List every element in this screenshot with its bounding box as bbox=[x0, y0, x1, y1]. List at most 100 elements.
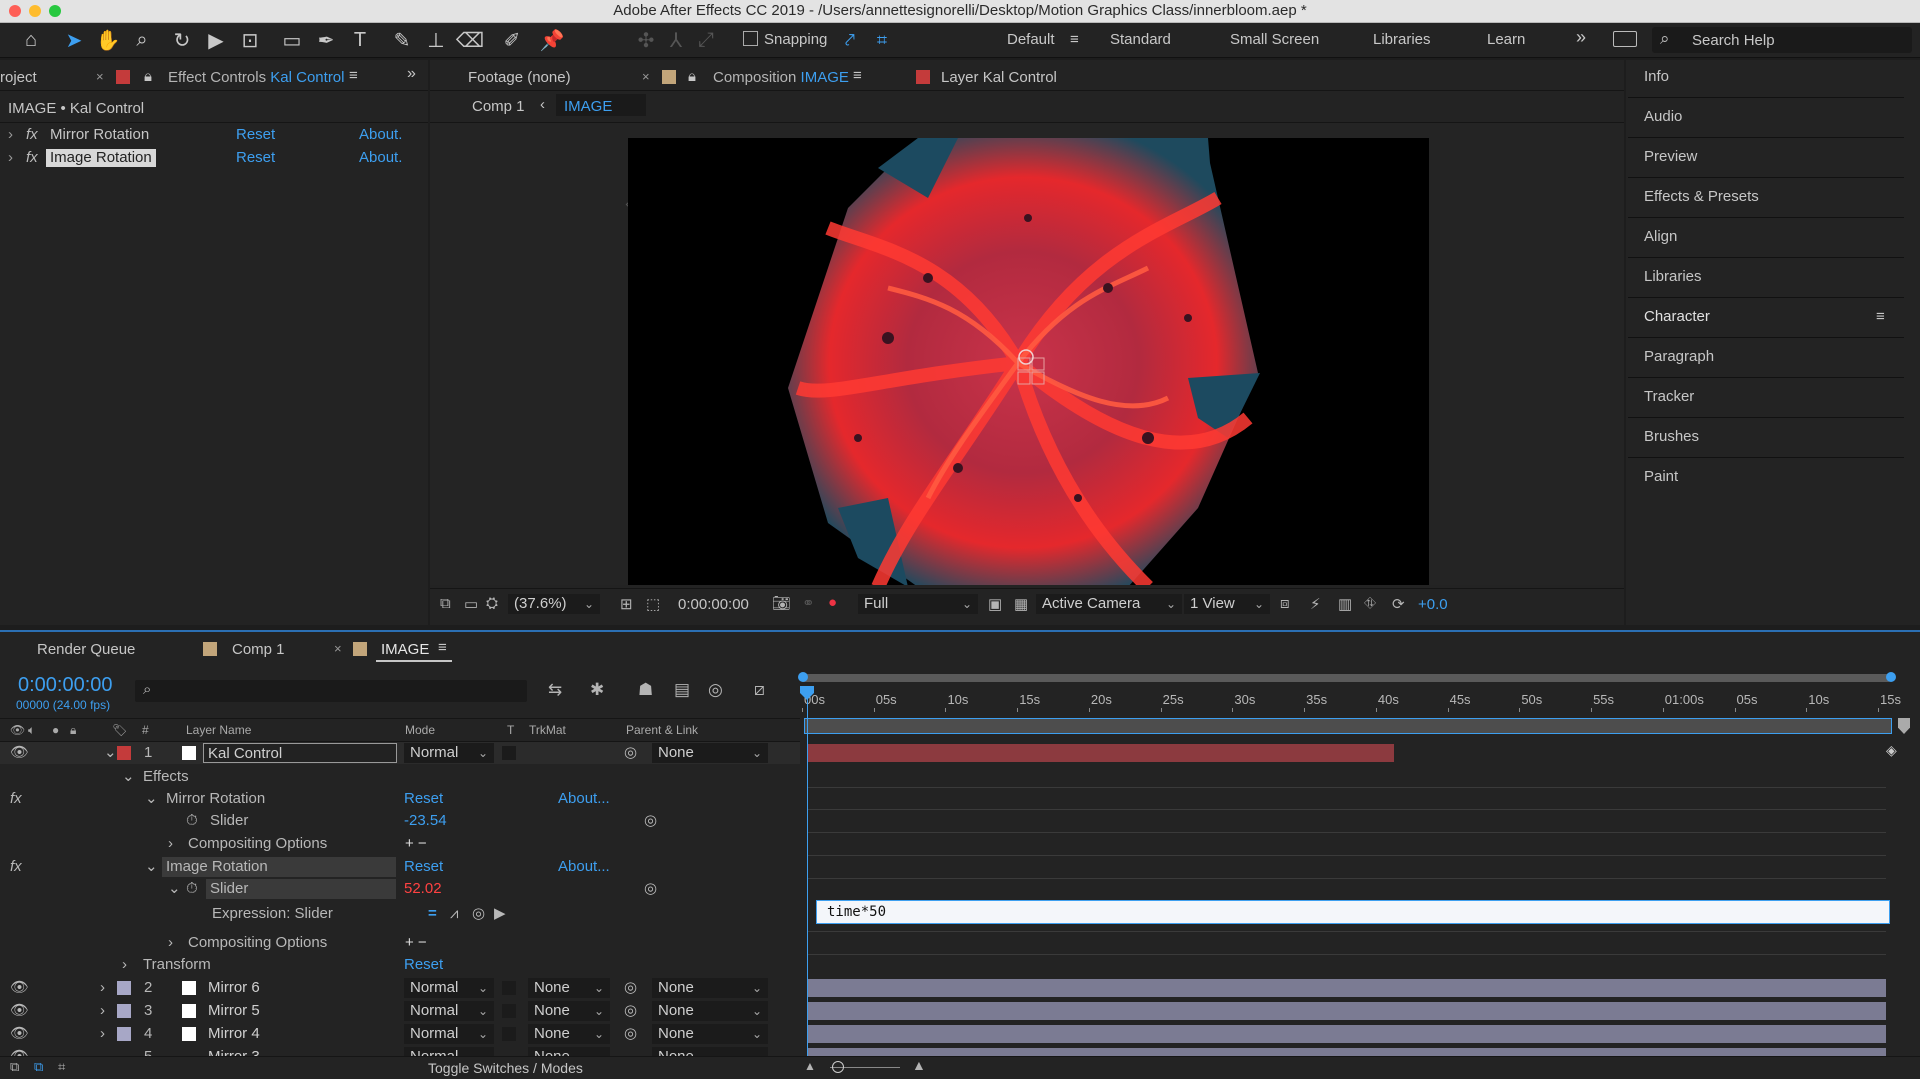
layer-duration-bar-mirror-4[interactable] bbox=[808, 1025, 1886, 1043]
magnification-dropdown[interactable]: (37.6%) ⌄ bbox=[508, 594, 600, 614]
layer-name[interactable]: Mirror 6 bbox=[208, 977, 260, 999]
layer-duration-bar-mirror-6[interactable] bbox=[808, 979, 1886, 997]
layer-row-mirror-6[interactable]: 👁︎ › 2 Mirror 6 Normal ⌄ None ⌄ ◎ None ⌄ bbox=[0, 977, 800, 999]
panel-menu-icon[interactable]: ≡ bbox=[1876, 308, 1885, 325]
region-of-interest-icon[interactable]: ⊞ bbox=[620, 595, 633, 613]
camera-dropdown[interactable]: Active Camera ⌄ bbox=[1036, 594, 1182, 614]
chevron-right-icon[interactable]: › bbox=[8, 147, 13, 169]
video-eye-icon[interactable]: 👁︎ bbox=[10, 719, 25, 741]
draft-3d-icon[interactable]: ✱ bbox=[590, 680, 604, 700]
channel-icon[interactable]: ● bbox=[828, 594, 837, 611]
effect-row-image-rotation[interactable]: fx ⌄ Image Rotation Reset About... bbox=[0, 856, 800, 878]
shy-layers-icon[interactable]: ☗ bbox=[638, 680, 653, 700]
eye-icon[interactable]: 👁︎ bbox=[10, 742, 29, 764]
layer-name-field[interactable]: Kal Control bbox=[203, 743, 397, 763]
trkmat-dropdown[interactable]: None ⌄ bbox=[528, 978, 610, 998]
panel-character[interactable]: Character bbox=[1628, 300, 1904, 338]
label-tag-icon[interactable]: 🏷︎ bbox=[112, 719, 127, 741]
panel-menu-icon[interactable]: ≡ bbox=[853, 67, 862, 84]
chevron-down-icon[interactable]: ⌄ bbox=[168, 878, 181, 900]
parent-dropdown[interactable]: None ⌄ bbox=[652, 978, 768, 998]
preserve-transparency-box[interactable] bbox=[502, 746, 516, 760]
time-navigator-bar[interactable] bbox=[804, 718, 1892, 734]
layer-name[interactable]: Mirror 4 bbox=[208, 1023, 260, 1045]
chevron-right-icon[interactable]: › bbox=[100, 1000, 105, 1022]
close-tab-icon[interactable]: × bbox=[96, 69, 104, 84]
brush-tool-icon[interactable]: ✎ bbox=[388, 26, 416, 54]
chevron-down-icon[interactable]: ⌄ bbox=[104, 742, 117, 764]
reset-link[interactable]: Reset bbox=[404, 856, 443, 878]
panel-menu-icon[interactable]: ≡ bbox=[438, 639, 447, 656]
solo-icon[interactable]: ● bbox=[52, 719, 59, 741]
roto-brush-tool-icon[interactable]: ✐ bbox=[498, 26, 526, 54]
about-link[interactable]: About... bbox=[558, 788, 610, 810]
chevron-right-icon[interactable]: › bbox=[168, 833, 173, 855]
layer-end-marker-icon[interactable]: ◈ bbox=[1886, 742, 1908, 764]
show-snapshot-icon[interactable]: ⚭ bbox=[802, 594, 815, 612]
mode-dropdown[interactable]: Normal ⌄ bbox=[404, 1024, 494, 1044]
snapshot-icon[interactable]: 📷︎ bbox=[772, 594, 791, 612]
property-row-slider-expression[interactable]: ⌄ ⏱︎ Slider 52.02 ◎ bbox=[0, 878, 800, 900]
axis-mode-view-icon[interactable]: ⤢ bbox=[692, 26, 720, 54]
snap-grid-icon[interactable]: ⌗ bbox=[868, 26, 896, 54]
layer-switches-icon[interactable]: ⧉ bbox=[10, 1059, 19, 1075]
pickwhip-icon[interactable]: ◎ bbox=[624, 1023, 637, 1045]
camera-tool-icon[interactable]: ▶ bbox=[202, 26, 230, 54]
mode-dropdown[interactable]: Normal ⌄ bbox=[404, 978, 494, 998]
home-icon[interactable]: ⌂ bbox=[17, 26, 45, 54]
layer-row-mirror-4[interactable]: 👁︎ › 4 Mirror 4 Normal ⌄ None ⌄ ◎ None ⌄ bbox=[0, 1023, 800, 1045]
chevron-right-icon[interactable]: › bbox=[168, 932, 173, 954]
work-area-start-handle[interactable] bbox=[798, 672, 808, 682]
layer-row-mirror-5[interactable]: 👁︎ › 3 Mirror 5 Normal ⌄ None ⌄ ◎ None ⌄ bbox=[0, 1000, 800, 1022]
layer-duration-bar-mirror-3[interactable] bbox=[808, 1048, 1886, 1056]
expression-enable-icon[interactable]: = bbox=[428, 903, 437, 925]
chevron-down-icon[interactable]: ⌄ bbox=[122, 766, 135, 788]
about-link[interactable]: About. bbox=[359, 147, 402, 169]
eraser-tool-icon[interactable]: ⌫ bbox=[456, 26, 484, 54]
mode-dropdown[interactable]: Normal ⌄ bbox=[404, 1001, 494, 1021]
zoom-out-icon[interactable]: ▲ bbox=[804, 1059, 816, 1073]
type-tool-icon[interactable]: T bbox=[346, 26, 374, 54]
layer-label-swatch[interactable] bbox=[117, 1027, 131, 1041]
graph-editor-icon[interactable]: ⧄ bbox=[754, 680, 765, 700]
layer-duration-bar-mirror-5[interactable] bbox=[808, 1002, 1886, 1020]
layer-label-swatch[interactable] bbox=[117, 981, 131, 995]
motion-blur-icon[interactable]: ◎ bbox=[708, 680, 723, 700]
panel-tracker[interactable]: Tracker bbox=[1628, 380, 1904, 418]
effects-group-row[interactable]: ⌄ Effects bbox=[0, 766, 800, 788]
add-remove-mask-buttons[interactable]: + − bbox=[405, 932, 427, 954]
pickwhip-icon[interactable]: ◎ bbox=[624, 977, 637, 999]
lock-icon[interactable]: 🔒︎ bbox=[70, 719, 76, 741]
in-out-icon[interactable]: ⌗ bbox=[58, 1059, 65, 1075]
parent-dropdown[interactable]: None bbox=[652, 1047, 768, 1056]
panel-paragraph[interactable]: Paragraph bbox=[1628, 340, 1904, 378]
transparency-grid-icon[interactable]: ⬚ bbox=[646, 595, 660, 613]
hand-tool-icon[interactable]: ✋ bbox=[94, 26, 122, 54]
panel-paint[interactable]: Paint bbox=[1628, 460, 1904, 498]
layer-row-mirror-3[interactable]: 👁︎ 5 Mirror 3 Normal None None bbox=[0, 1046, 800, 1056]
chevron-left-icon[interactable]: ‹ bbox=[540, 96, 545, 113]
comp-end-marker[interactable] bbox=[1898, 718, 1910, 734]
expression-graph-icon[interactable]: ⩘ bbox=[450, 903, 458, 925]
preserve-transparency-box[interactable] bbox=[502, 1027, 516, 1041]
reset-link[interactable]: Reset bbox=[236, 147, 275, 169]
panel-menu-icon[interactable]: ≡ bbox=[349, 67, 358, 84]
parent-dropdown[interactable]: None ⌄ bbox=[652, 1024, 768, 1044]
target-region-icon[interactable]: ▣ bbox=[988, 595, 1002, 613]
layer-row-kal-control[interactable]: 👁︎ ⌄ 1 Kal Control Normal ⌄ ◎ None ⌄ bbox=[0, 742, 800, 764]
reset-link[interactable]: Reset bbox=[236, 124, 275, 146]
stopwatch-icon[interactable]: ⏱︎ bbox=[186, 878, 198, 900]
crumb-image-box[interactable]: IMAGE bbox=[556, 94, 646, 116]
eye-icon[interactable]: 👁︎ bbox=[10, 1000, 29, 1022]
workspace-menu-icon[interactable]: ≡ bbox=[1070, 31, 1079, 48]
fx-icon[interactable]: fx bbox=[26, 147, 38, 169]
mask-visibility-icon[interactable]: ⛭ bbox=[486, 595, 498, 612]
axis-mode-local-icon[interactable]: ✣ bbox=[632, 26, 660, 54]
clone-stamp-tool-icon[interactable]: ⊥ bbox=[422, 26, 450, 54]
preserve-transparency-box[interactable] bbox=[502, 981, 516, 995]
reset-exposure-icon[interactable]: ⟳ bbox=[1392, 595, 1405, 613]
chevron-right-icon[interactable]: › bbox=[100, 1023, 105, 1045]
fast-previews-icon[interactable]: ⚡︎ bbox=[1310, 595, 1321, 613]
viewer-timecode[interactable]: 0:00:00:00 bbox=[678, 596, 749, 613]
comp-mini-flowchart-icon[interactable]: ⇆ bbox=[548, 680, 562, 700]
